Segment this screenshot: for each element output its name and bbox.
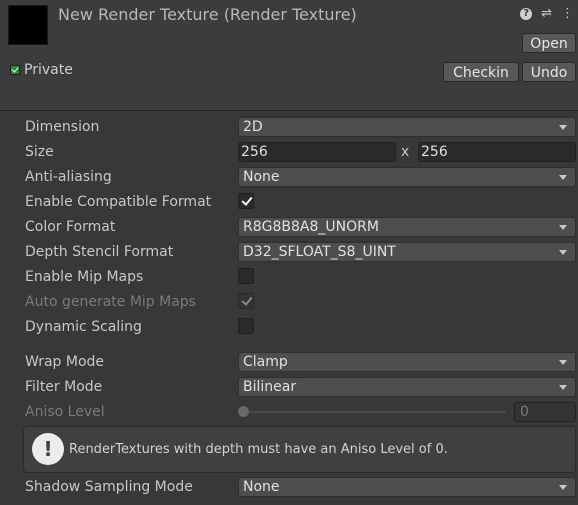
- enable-mip-maps-label: Enable Mip Maps: [25, 269, 144, 285]
- color-format-row: Color Format R8G8B8A8_UNORM: [0, 216, 578, 238]
- dimension-label: Dimension: [25, 119, 100, 135]
- size-width-field[interactable]: 256: [238, 142, 396, 162]
- auto-generate-mip-maps-row: Auto generate Mip Maps: [0, 291, 578, 313]
- filter-mode-value: Bilinear: [243, 379, 297, 395]
- inspector-header: New Render Texture (Render Texture) ? ⇌ …: [0, 0, 578, 111]
- chevron-down-icon: [559, 385, 567, 390]
- anti-aliasing-label: Anti-aliasing: [25, 169, 112, 185]
- dimension-value: 2D: [243, 119, 263, 135]
- filter-mode-label: Filter Mode: [25, 379, 103, 395]
- dimension-dropdown[interactable]: 2D: [238, 117, 576, 137]
- asset-title: New Render Texture (Render Texture): [58, 5, 357, 24]
- texture-preview-thumbnail: [8, 5, 48, 45]
- anti-aliasing-value: None: [243, 169, 280, 185]
- shadow-sampling-mode-label: Shadow Sampling Mode: [25, 479, 193, 495]
- size-row: Size 256 x 256: [0, 141, 578, 163]
- chevron-down-icon: [559, 175, 567, 180]
- depth-stencil-format-label: Depth Stencil Format: [25, 244, 174, 260]
- wrap-mode-row: Wrap Mode Clamp: [0, 351, 578, 373]
- open-button[interactable]: Open: [522, 33, 576, 53]
- wrap-mode-dropdown[interactable]: Clamp: [238, 352, 576, 372]
- enable-mip-maps-row: Enable Mip Maps: [0, 266, 578, 288]
- shadow-sampling-mode-value: None: [243, 479, 280, 495]
- depth-aniso-info-box: ! RenderTextures with depth must have an…: [23, 426, 576, 473]
- dimension-row: Dimension 2D: [0, 116, 578, 138]
- enable-compatible-format-row: Enable Compatible Format: [0, 191, 578, 213]
- filter-mode-dropdown[interactable]: Bilinear: [238, 377, 576, 397]
- color-format-label: Color Format: [25, 219, 116, 235]
- chevron-down-icon: [559, 125, 567, 130]
- aniso-level-row: Aniso Level 0: [0, 401, 578, 423]
- color-format-dropdown[interactable]: R8G8B8A8_UNORM: [238, 217, 576, 237]
- size-separator: x: [401, 144, 410, 160]
- anti-aliasing-row: Anti-aliasing None: [0, 166, 578, 188]
- checkin-button[interactable]: Checkin: [443, 62, 519, 82]
- enable-mip-maps-checkbox[interactable]: [238, 268, 254, 284]
- dynamic-scaling-label: Dynamic Scaling: [25, 319, 142, 335]
- private-toggle[interactable]: Private: [10, 62, 73, 78]
- auto-generate-mip-maps-checkbox: [238, 293, 254, 309]
- header-icons: ? ⇌ ⋮: [520, 6, 574, 22]
- enable-compatible-format-label: Enable Compatible Format: [25, 194, 212, 210]
- aniso-level-slider-track: [244, 411, 506, 413]
- anti-aliasing-dropdown[interactable]: None: [238, 167, 576, 187]
- wrap-mode-value: Clamp: [243, 354, 288, 370]
- wrap-mode-label: Wrap Mode: [25, 354, 105, 370]
- size-label: Size: [25, 144, 54, 160]
- enable-compatible-format-checkbox[interactable]: [238, 193, 254, 209]
- shadow-sampling-mode-row: Shadow Sampling Mode None: [0, 476, 578, 498]
- depth-stencil-format-dropdown[interactable]: D32_SFLOAT_S8_UINT: [238, 242, 576, 262]
- dynamic-scaling-row: Dynamic Scaling: [0, 316, 578, 338]
- size-height-field[interactable]: 256: [418, 142, 576, 162]
- chevron-down-icon: [559, 225, 567, 230]
- auto-generate-mip-maps-label: Auto generate Mip Maps: [25, 294, 196, 310]
- aniso-level-slider-thumb: [238, 406, 249, 417]
- depth-stencil-format-value: D32_SFLOAT_S8_UINT: [243, 244, 396, 260]
- chevron-down-icon: [559, 485, 567, 490]
- info-message: RenderTextures with depth must have an A…: [69, 442, 448, 457]
- presets-icon[interactable]: ⇌: [541, 7, 552, 21]
- shadow-sampling-mode-dropdown[interactable]: None: [238, 477, 576, 497]
- color-format-value: R8G8B8A8_UNORM: [243, 219, 379, 235]
- kebab-menu-icon[interactable]: ⋮: [561, 7, 574, 21]
- help-icon[interactable]: ?: [520, 8, 533, 20]
- filter-mode-row: Filter Mode Bilinear: [0, 376, 578, 398]
- depth-stencil-format-row: Depth Stencil Format D32_SFLOAT_S8_UINT: [0, 241, 578, 263]
- dynamic-scaling-checkbox[interactable]: [238, 318, 254, 334]
- chevron-down-icon: [559, 360, 567, 365]
- undo-button[interactable]: Undo: [522, 62, 576, 82]
- private-checkbox[interactable]: [10, 65, 20, 75]
- private-label: Private: [24, 62, 73, 78]
- aniso-level-label: Aniso Level: [25, 404, 105, 420]
- info-icon: !: [32, 433, 64, 465]
- chevron-down-icon: [559, 250, 567, 255]
- aniso-level-field: 0: [514, 402, 576, 422]
